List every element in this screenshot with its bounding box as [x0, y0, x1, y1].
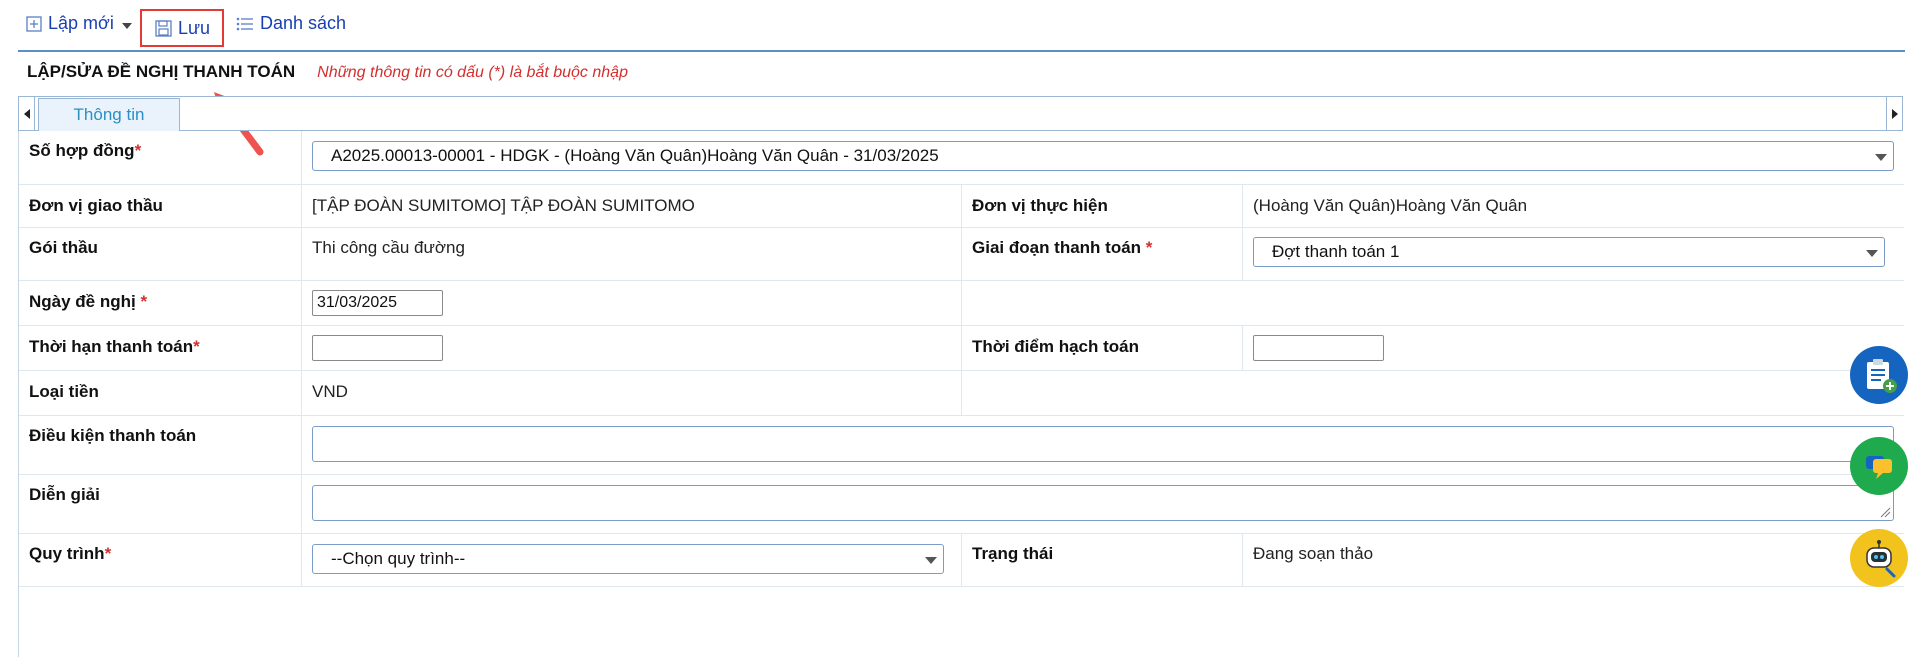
form-row: Số hợp đồng* A2025.00013-00001 - HDGK - …: [19, 131, 1904, 185]
payment-request-form: Số hợp đồng* A2025.00013-00001 - HDGK - …: [18, 131, 1904, 657]
clipboard-add-icon: [1867, 359, 1897, 393]
contract-no-label-text: Số hợp đồng: [29, 141, 135, 160]
tab-thong-tin[interactable]: Thông tin: [38, 98, 180, 131]
label-cell: Trạng thái: [962, 534, 1243, 586]
payment-phase-label-text: Giai đoạn thanh toán: [972, 238, 1142, 257]
label-cell: Loại tiền: [19, 371, 302, 415]
tab-bar: Thông tin: [18, 96, 1903, 131]
divider: [18, 50, 1905, 52]
required-mark: *: [193, 337, 200, 356]
list-button[interactable]: Danh sách: [236, 13, 346, 34]
tab-scroll-right-button[interactable]: [1886, 97, 1902, 130]
resize-handle-icon[interactable]: [1879, 506, 1891, 518]
accounting-time-input[interactable]: [1253, 335, 1384, 361]
payment-terms-label: Điều kiện thanh toán: [29, 426, 197, 445]
label-cell: Giai đoạn thanh toán *: [962, 228, 1243, 280]
list-icon: [236, 17, 253, 30]
status-label: Trạng thái: [972, 544, 1054, 563]
page-header: LẬP/SỬA ĐỀ NGHỊ THANH TOÁN Những thông t…: [27, 62, 628, 82]
chat-button[interactable]: [1850, 437, 1908, 495]
payment-phase-value: Đợt thanh toán 1: [1272, 242, 1400, 261]
value-cell: VND: [302, 371, 962, 415]
package-label: Gói thầu: [29, 238, 98, 257]
required-mark: *: [104, 544, 112, 563]
value-cell: Đang soạn thảo: [1243, 534, 1904, 586]
value-cell: Thi công cầu đường: [302, 228, 962, 280]
description-label: Diễn giải: [29, 485, 100, 504]
robot-icon: [1866, 540, 1896, 578]
label-cell: Gói thầu: [19, 228, 302, 280]
new-button[interactable]: Lập mới: [26, 13, 132, 34]
label-cell: Đơn vị giao thầu: [19, 185, 302, 227]
workflow-value: --Chọn quy trình--: [331, 549, 466, 568]
contractor-unit-label: Đơn vị giao thầu: [29, 196, 163, 215]
toolbar: Lập mới Lưu Danh sách: [0, 0, 1913, 50]
chevron-down-icon: [1875, 154, 1887, 161]
arrow-right-icon: [1891, 108, 1898, 119]
workflow-label-text: Quy trình: [29, 544, 105, 563]
payment-deadline-input[interactable]: [312, 335, 443, 361]
form-row: Gói thầu Thi công cầu đường Giai đoạn th…: [19, 228, 1904, 281]
required-mark: *: [1145, 238, 1153, 257]
contract-no-select[interactable]: A2025.00013-00001 - HDGK - (Hoàng Văn Qu…: [312, 141, 1894, 171]
form-row: Thời hạn thanh toán* Thời điểm hạch toán: [19, 326, 1904, 371]
label-cell: Thời điểm hạch toán: [962, 326, 1243, 370]
package-value: Thi công cầu đường: [312, 238, 465, 257]
label-cell: Số hợp đồng*: [19, 131, 302, 184]
tab-scroll-left-button[interactable]: [19, 97, 35, 130]
floppy-disk-icon: [155, 19, 172, 37]
robot-assistant-button[interactable]: [1850, 529, 1908, 587]
chat-icon: [1866, 456, 1892, 479]
payment-phase-select[interactable]: Đợt thanh toán 1: [1253, 237, 1885, 267]
request-date-input[interactable]: 31/03/2025: [312, 290, 443, 316]
list-button-label: Danh sách: [260, 13, 347, 33]
label-cell: Diễn giải: [19, 475, 302, 533]
contract-no-label: Số hợp đồng*: [19, 131, 301, 161]
form-row: Quy trình* --Chọn quy trình-- Trạng thái…: [19, 534, 1904, 587]
request-date-label: Ngày đề nghị *: [19, 281, 301, 312]
form-row: Ngày đề nghị * 31/03/2025: [19, 281, 1904, 326]
request-date-value: 31/03/2025: [317, 294, 398, 311]
form-row: Diễn giải: [19, 475, 1904, 534]
payment-terms-textarea[interactable]: [312, 426, 1894, 462]
contract-no-value: A2025.00013-00001 - HDGK - (Hoàng Văn Qu…: [331, 146, 939, 165]
label-cell: Điều kiện thanh toán: [19, 416, 302, 474]
accounting-time-label: Thời điểm hạch toán: [972, 337, 1139, 356]
required-note: Những thông tin có dấu (*) là bắt buộc n…: [317, 64, 628, 81]
label-cell: Quy trình*: [19, 534, 302, 586]
required-mark: *: [140, 292, 148, 311]
arrow-left-icon: [23, 108, 30, 119]
form-row: Loại tiền VND: [19, 371, 1904, 416]
chevron-down-icon: [925, 557, 937, 564]
payment-phase-label: Giai đoạn thanh toán *: [962, 228, 1242, 258]
required-mark: *: [134, 141, 142, 160]
contractor-unit-value: [TẬP ĐOÀN SUMITOMO] TẬP ĐOÀN SUMITOMO: [312, 196, 695, 215]
executing-unit-value: (Hoàng Văn Quân)Hoàng Văn Quân: [1253, 196, 1528, 215]
clipboard-add-button[interactable]: [1850, 346, 1908, 404]
request-date-label-text: Ngày đề nghị: [29, 292, 136, 311]
status-value: Đang soạn thảo: [1253, 544, 1374, 563]
form-row: Điều kiện thanh toán: [19, 416, 1904, 475]
chevron-down-icon: [121, 22, 132, 29]
executing-unit-label: Đơn vị thực hiện: [972, 196, 1108, 215]
form-row: Đơn vị giao thầu [TẬP ĐOÀN SUMITOMO] TẬP…: [19, 185, 1904, 228]
label-cell: Thời hạn thanh toán*: [19, 326, 302, 370]
payment-deadline-label: Thời hạn thanh toán*: [19, 326, 301, 357]
page-title: LẬP/SỬA ĐỀ NGHỊ THANH TOÁN: [27, 62, 296, 81]
value-cell: (Hoàng Văn Quân)Hoàng Văn Quân: [1243, 185, 1904, 227]
plus-square-icon: [26, 15, 42, 32]
workflow-select[interactable]: --Chọn quy trình--: [312, 544, 944, 574]
new-button-label: Lập mới: [48, 13, 114, 33]
currency-value: VND: [312, 382, 348, 401]
payment-deadline-label-text: Thời hạn thanh toán: [29, 337, 194, 356]
currency-label: Loại tiền: [29, 382, 99, 401]
label-cell: Đơn vị thực hiện: [962, 185, 1243, 227]
value-cell: [TẬP ĐOÀN SUMITOMO] TẬP ĐOÀN SUMITOMO: [302, 185, 962, 227]
save-button[interactable]: Lưu: [140, 9, 224, 47]
label-cell: Ngày đề nghị *: [19, 281, 302, 325]
description-textarea[interactable]: [312, 485, 1894, 521]
workflow-label: Quy trình*: [19, 534, 301, 564]
chevron-down-icon: [1866, 250, 1878, 257]
save-button-label: Lưu: [178, 17, 211, 38]
